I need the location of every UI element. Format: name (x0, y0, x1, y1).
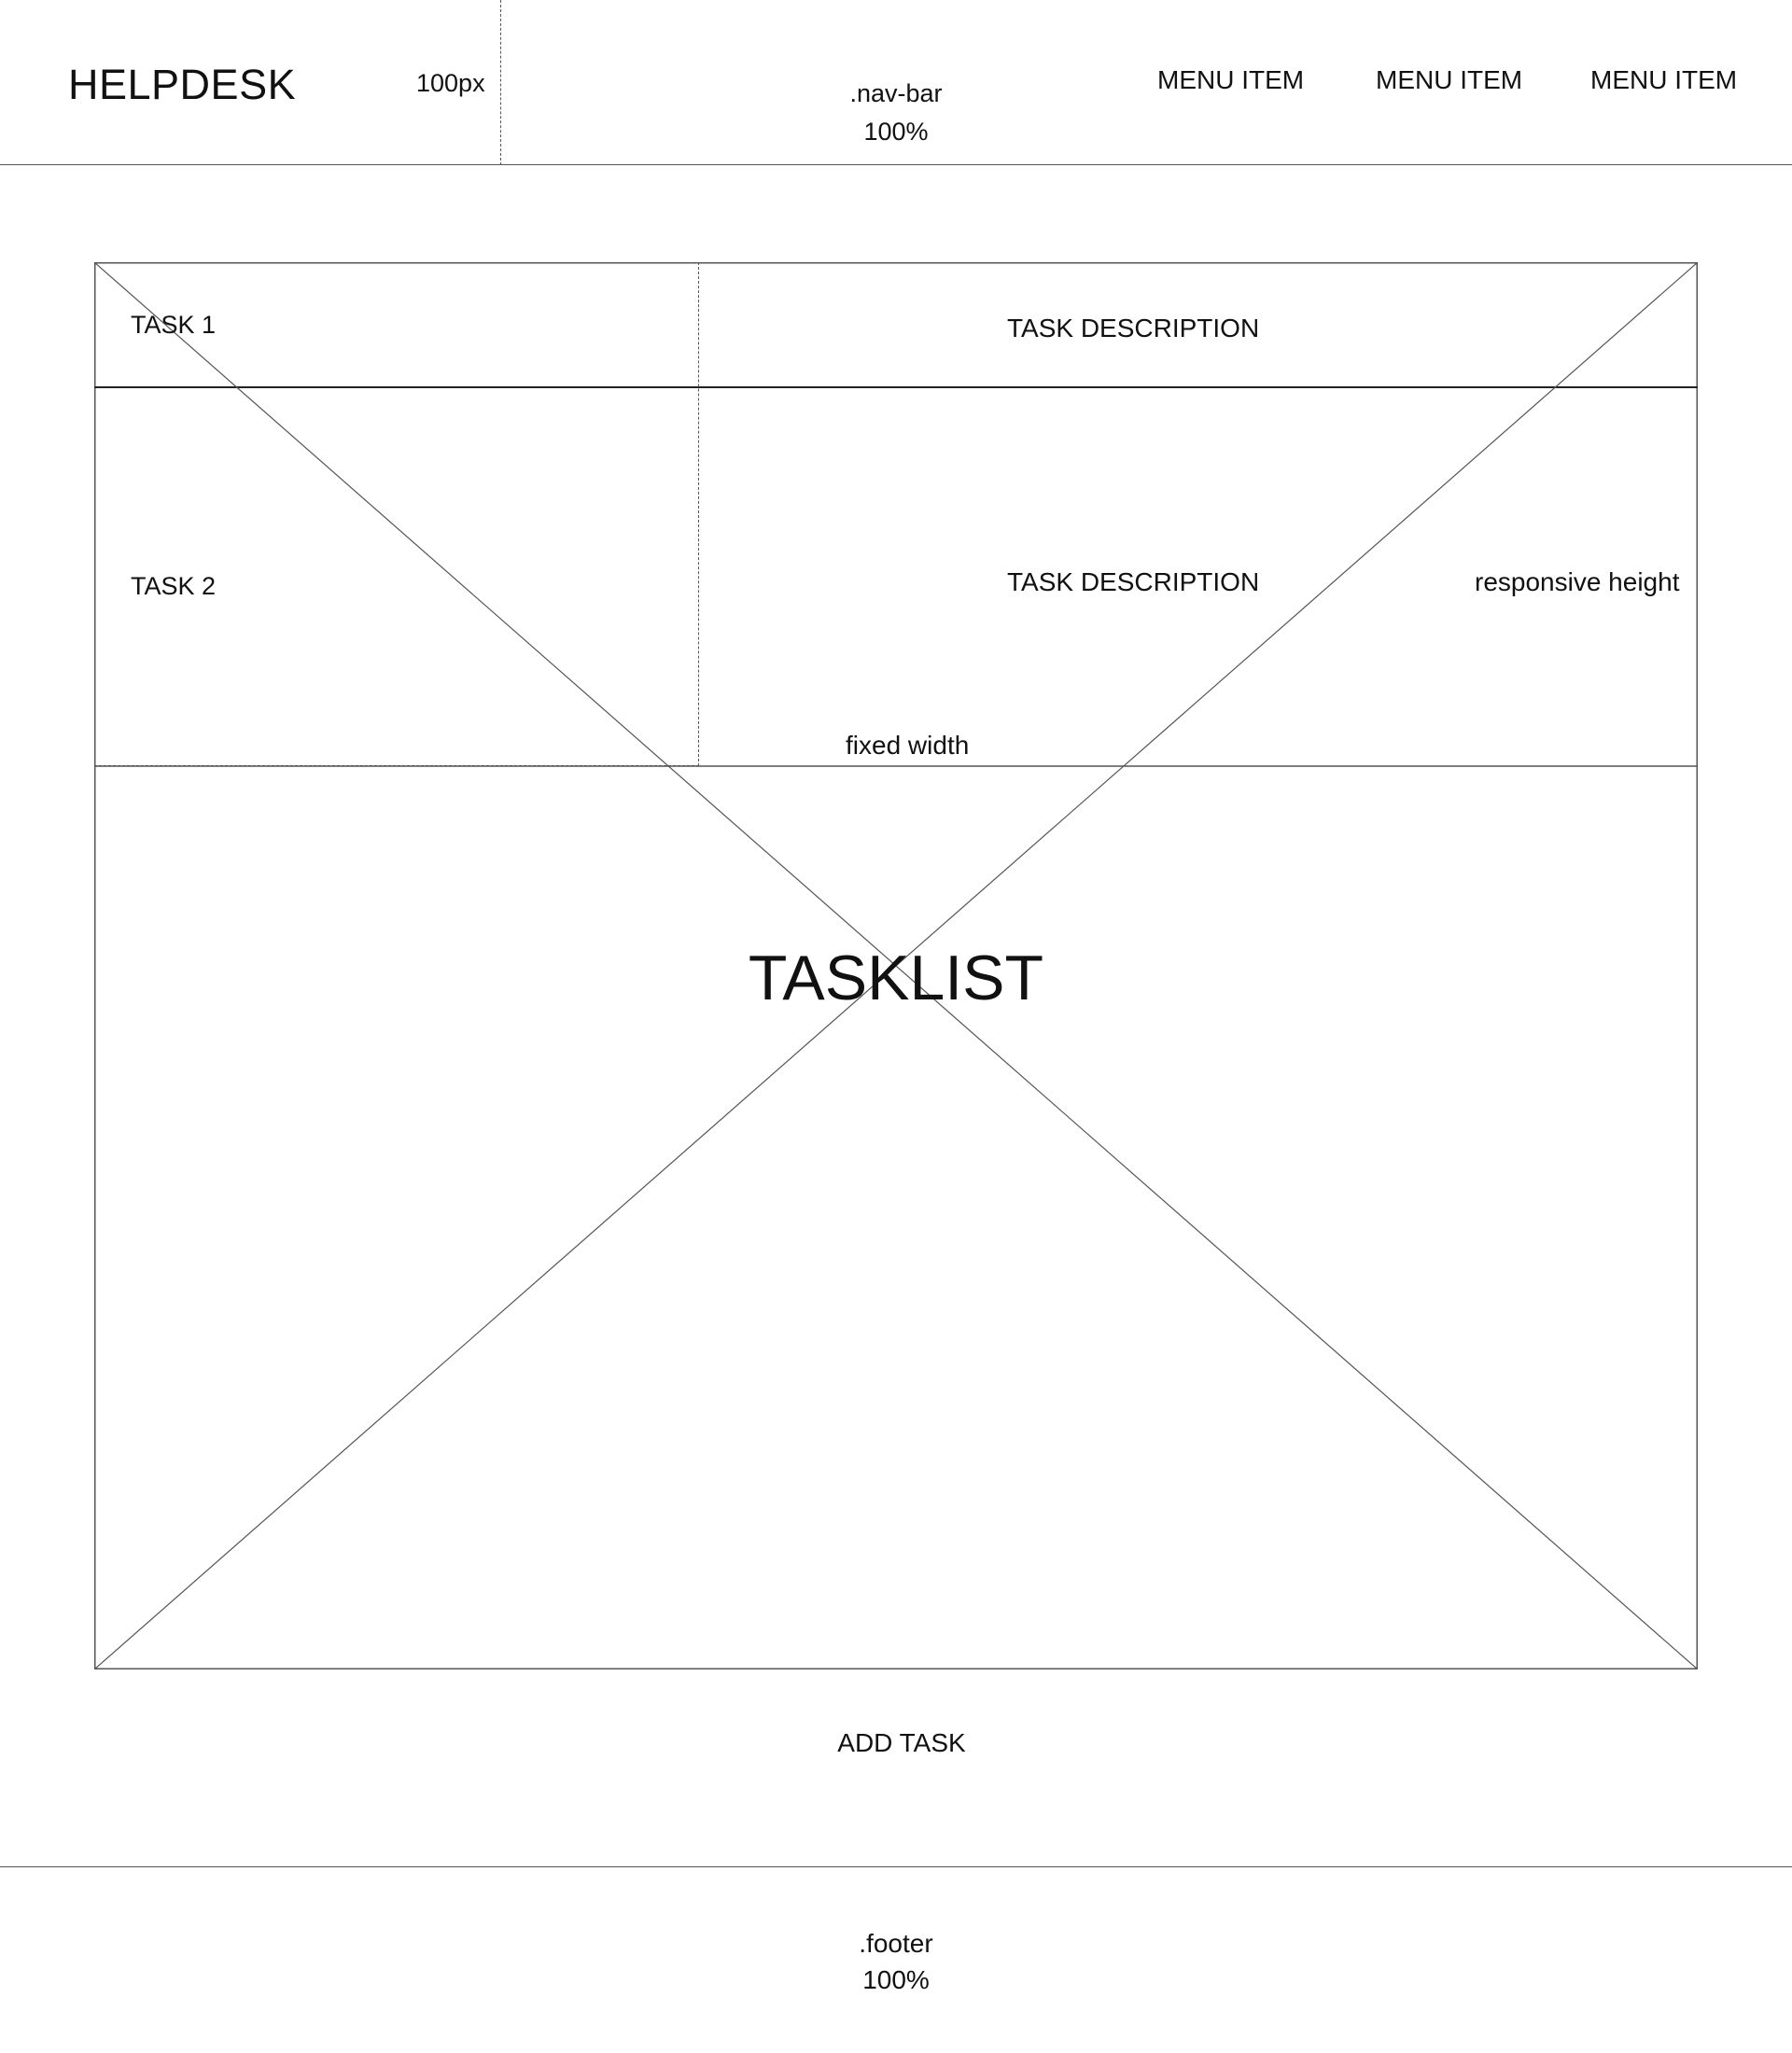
responsive-height-annotation: responsive height (1475, 567, 1680, 596)
task-row-1[interactable]: TASK 1 TASK DESCRIPTION (94, 262, 1698, 387)
fixed-width-annotation: fixed width (846, 731, 970, 760)
tasklist-title: TASKLIST (748, 943, 1044, 1013)
nav-bar-class-label: .nav-bar (849, 79, 943, 107)
helpdesk-logo[interactable]: HELPDESK (68, 61, 296, 109)
footer-width-label: 100% (862, 1965, 930, 1994)
tasklist: TASK 1 TASK DESCRIPTION TASK 2 TASK DESC… (94, 262, 1698, 1669)
menu-item-1[interactable]: MENU ITEM (1157, 65, 1304, 95)
task-description: TASK DESCRIPTION (1007, 314, 1260, 342)
menu-item-3[interactable]: MENU ITEM (1590, 65, 1737, 95)
menu-item-2[interactable]: MENU ITEM (1376, 65, 1522, 95)
footer-class-label: .footer (859, 1929, 933, 1958)
task-name: TASK 2 (131, 572, 217, 600)
nav-bar: HELPDESK 100px .nav-bar 100% MENU ITEM M… (0, 0, 1792, 165)
logo-width-annotation: 100px (416, 69, 485, 97)
footer: .footer 100% (0, 1866, 1792, 2053)
logo-divider (500, 0, 501, 165)
task-row-2[interactable]: TASK 2 TASK DESCRIPTION (94, 387, 1698, 766)
add-task-button[interactable]: ADD TASK (821, 1728, 982, 1758)
task-description: TASK DESCRIPTION (1007, 567, 1260, 596)
task-name: TASK 1 (131, 311, 217, 339)
nav-bar-width-label: 100% (863, 118, 929, 146)
